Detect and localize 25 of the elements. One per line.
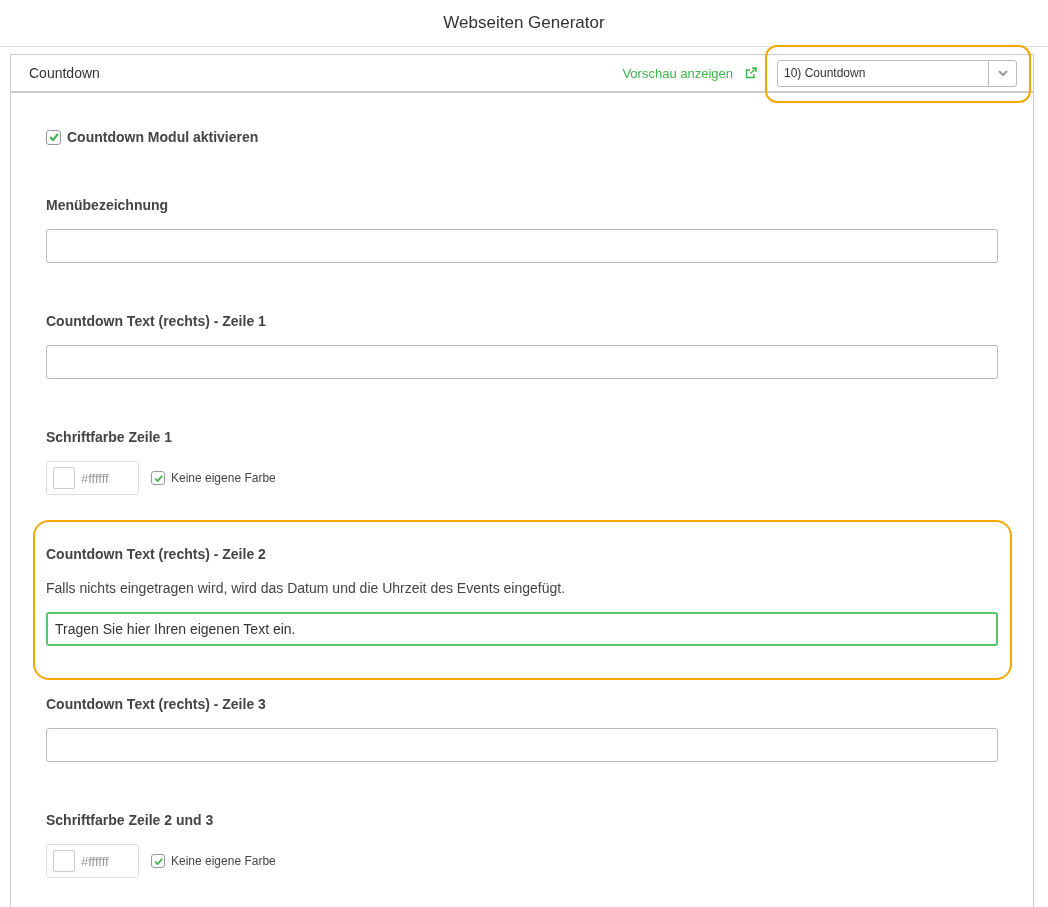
chevron-down-icon [997, 69, 1008, 77]
page-title: Webseiten Generator [443, 13, 605, 33]
checkbox[interactable] [151, 471, 165, 485]
module-select[interactable]: 10) Countdown [777, 59, 1017, 87]
text-input[interactable] [46, 728, 998, 762]
checkbox-label: Keine eigene Farbe [171, 471, 276, 485]
preview-link[interactable]: Vorschau anzeigen [622, 65, 733, 81]
text-input[interactable] [46, 345, 998, 379]
color-input[interactable]: #ffffff [46, 844, 139, 878]
field-label: Schriftfarbe Zeile 1 [46, 428, 174, 447]
text-input[interactable]: Tragen Sie hier Ihren eigenen Text ein. [46, 612, 998, 646]
field-label: Schriftfarbe Zeile 2 und 3 [46, 811, 215, 830]
field-label: Menübezeichnung [46, 196, 170, 215]
checkbox-label: Keine eigene Farbe [171, 854, 276, 868]
checkbox[interactable] [151, 854, 165, 868]
panel-title: Countdown [29, 65, 101, 81]
checkbox-label: Countdown Modul aktivieren [67, 128, 259, 147]
checkbox[interactable] [46, 129, 61, 145]
text-input[interactable] [46, 229, 998, 263]
field-label: Countdown Text (rechts) - Zeile 3 [46, 695, 267, 714]
field-hint: Falls nichts eingetragen wird, wird das Datum und die Uhrzeit des Events eingefügt. [46, 579, 567, 598]
field-label: Countdown Text (rechts) - Zeile 1 [46, 312, 267, 331]
external-link-icon[interactable] [745, 67, 757, 79]
color-input[interactable]: #ffffff [46, 461, 139, 495]
field-label: Countdown Text (rechts) - Zeile 2 [46, 545, 267, 564]
